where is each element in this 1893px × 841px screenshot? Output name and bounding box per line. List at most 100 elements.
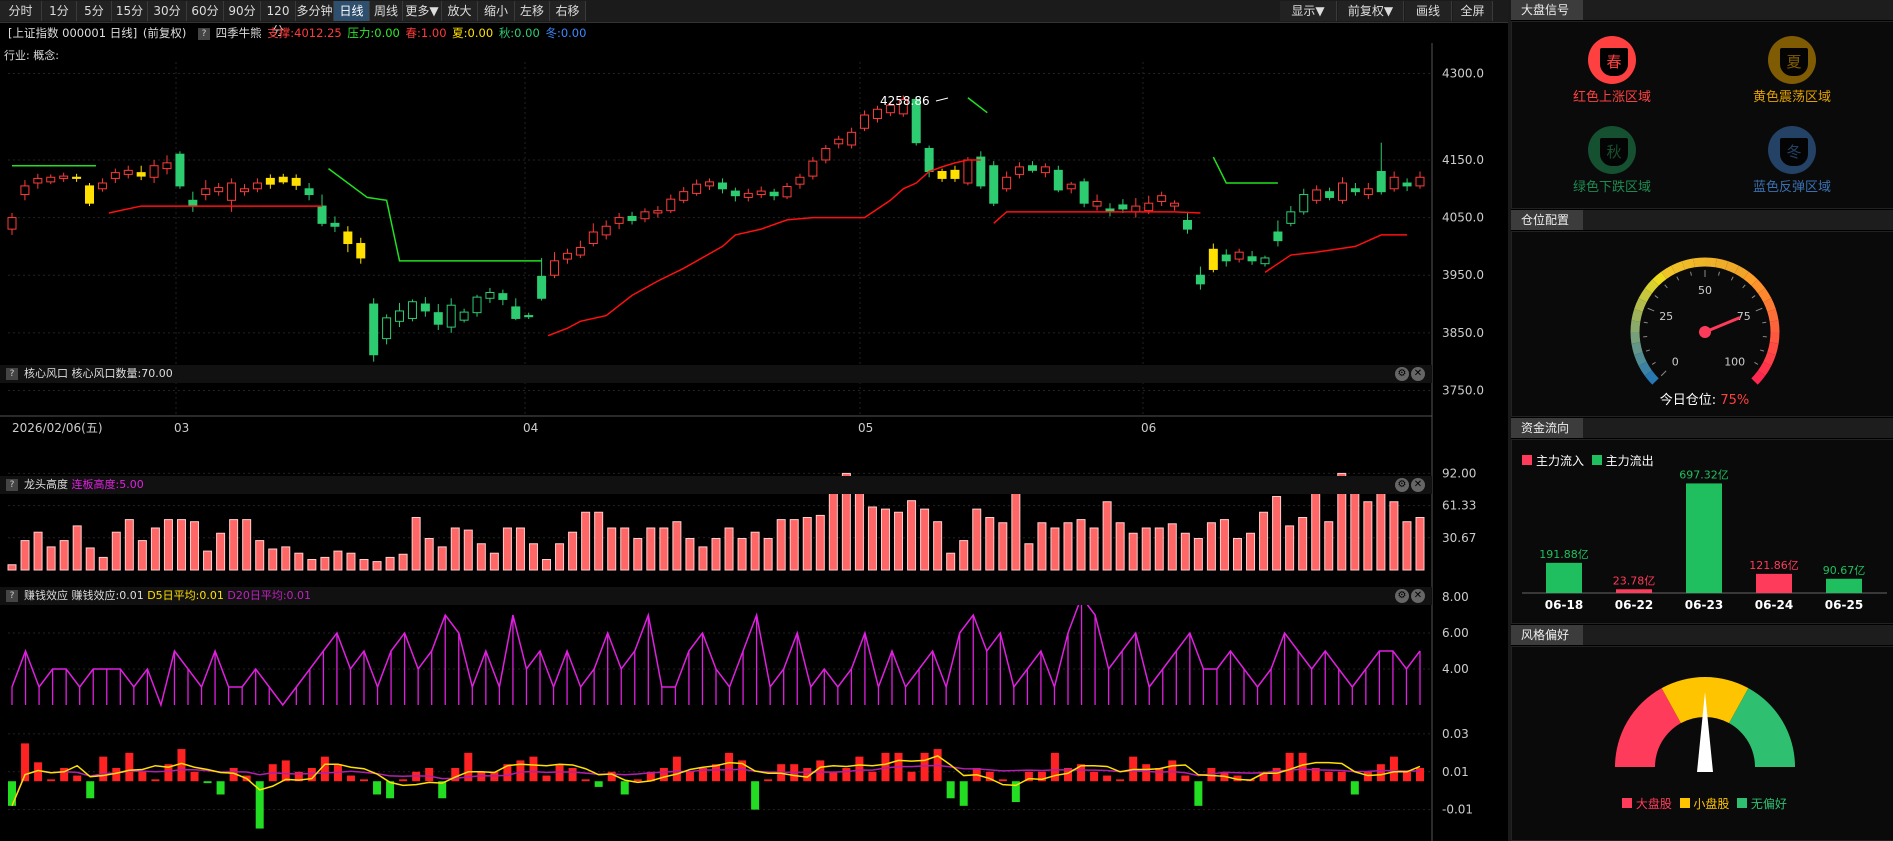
autumn-label: 绿色下跌区域 bbox=[1572, 180, 1651, 195]
style-legend: 大盘股 小盘股 无偏好 bbox=[1512, 795, 1893, 812]
candle-body bbox=[756, 190, 766, 196]
candle-body bbox=[1053, 169, 1063, 191]
candle-body bbox=[317, 205, 327, 224]
close-icon[interactable]: ✕ bbox=[1411, 478, 1425, 492]
candle-body bbox=[214, 187, 224, 193]
flow-panel: 主力流入 主力流出 191.88亿 06-18 23.78亿 06-22 697.32亿… bbox=[1511, 439, 1893, 624]
high-pointer bbox=[935, 97, 949, 102]
p3-bar bbox=[1324, 771, 1333, 782]
kline-chart[interactable]: 4300.0 4150.0 4050.0 3950.0 3850.0 3750.0 03 04… bbox=[0, 0, 1508, 841]
candle-body bbox=[692, 183, 702, 194]
p1-bar bbox=[594, 511, 604, 571]
p1-bar bbox=[1193, 538, 1203, 571]
gauge-tick bbox=[1664, 284, 1668, 289]
p3-bar bbox=[1402, 771, 1411, 782]
p3-bar bbox=[529, 756, 538, 782]
gear-icon[interactable]: ⚙ bbox=[1395, 367, 1409, 381]
gauge-tick bbox=[1762, 321, 1767, 324]
gauge-arc-segment bbox=[1634, 298, 1647, 312]
p1-bar bbox=[1219, 519, 1229, 571]
gauge-tick bbox=[1690, 271, 1692, 276]
position-panel: 0 25 50 75 100 今日仓位: 75% bbox=[1511, 231, 1893, 417]
gauge-tick bbox=[1676, 276, 1680, 281]
p3-bar bbox=[320, 756, 329, 782]
panel1-value: 核心风口数量:70.00 bbox=[71, 367, 173, 380]
candle-body bbox=[1273, 231, 1283, 242]
support-line bbox=[547, 159, 981, 337]
p1-bar bbox=[672, 521, 682, 571]
p3-bar bbox=[1337, 771, 1346, 782]
p1-bar bbox=[450, 527, 460, 571]
p3-bar bbox=[451, 767, 460, 782]
spring-char: 春 bbox=[1598, 46, 1630, 78]
summer-label: 黄色震荡区域 bbox=[1752, 90, 1831, 105]
chart-area[interactable]: 分时 1分 5分 15分 30分 60分 90分 120分 多分钟 日线 周线 更多▼ 放大 缩小 左移 右移… bbox=[0, 0, 1508, 841]
help-icon[interactable]: ? bbox=[6, 479, 18, 491]
p1-bar bbox=[1180, 532, 1190, 571]
spring-shield-icon: 春 bbox=[1588, 36, 1636, 84]
candle-body bbox=[162, 162, 172, 170]
p3-bar bbox=[99, 756, 108, 782]
gear-icon[interactable]: ⚙ bbox=[1395, 478, 1409, 492]
p1-bar bbox=[281, 546, 291, 571]
p1-bar bbox=[333, 550, 343, 571]
p1-bar bbox=[815, 514, 825, 571]
candle-body bbox=[1299, 194, 1309, 213]
p1-bar bbox=[724, 527, 734, 571]
p1-bar bbox=[1324, 521, 1334, 571]
candle-body bbox=[369, 303, 379, 356]
p1-bar bbox=[1376, 485, 1386, 571]
gauge-arc-segment bbox=[1751, 279, 1766, 294]
gauge-tick-label: 50 bbox=[1698, 284, 1712, 297]
p1-bar bbox=[894, 511, 904, 571]
p1-bar bbox=[1415, 517, 1425, 571]
candle-body bbox=[950, 169, 960, 179]
p1-bar bbox=[802, 517, 812, 571]
help-icon[interactable]: ? bbox=[6, 368, 18, 380]
month-label: 03 bbox=[174, 421, 189, 435]
p1-bar bbox=[437, 546, 447, 571]
style-header: 风格偏好 bbox=[1511, 625, 1893, 645]
flow-bar-label: 191.88亿 bbox=[1539, 548, 1589, 561]
p1-bar bbox=[1089, 527, 1099, 571]
candle-body bbox=[834, 138, 844, 145]
candle-body bbox=[382, 317, 392, 340]
price-tick-label: 3850.0 bbox=[1442, 326, 1484, 340]
p1-bar bbox=[933, 521, 943, 571]
flow-bar-label: 23.78亿 bbox=[1613, 574, 1656, 587]
help-icon[interactable]: ? bbox=[6, 590, 18, 602]
candle-body bbox=[963, 159, 973, 184]
candle-body bbox=[717, 182, 727, 190]
p1-bar bbox=[476, 543, 486, 571]
p1-tick-label: 30.67 bbox=[1442, 531, 1476, 545]
flow-bar-label: 121.86亿 bbox=[1749, 559, 1799, 572]
autumn-shield-icon: 秋 bbox=[1588, 126, 1636, 174]
p1-bar bbox=[320, 556, 330, 571]
gauge-arc-segment bbox=[1644, 370, 1659, 385]
candle-body bbox=[446, 304, 456, 328]
panel1-name: 核心风口 bbox=[24, 367, 68, 380]
winter-shield-icon: 冬 bbox=[1768, 126, 1816, 174]
candle-body bbox=[1221, 254, 1231, 262]
price-tick-label: 4300.0 bbox=[1442, 67, 1484, 81]
p3-bar bbox=[1363, 771, 1372, 782]
p3-bar bbox=[190, 771, 199, 782]
candle-body bbox=[847, 131, 857, 146]
gear-icon[interactable]: ⚙ bbox=[1395, 589, 1409, 603]
month-label: 06 bbox=[1141, 421, 1156, 435]
gauge-arc-segment bbox=[1638, 288, 1653, 303]
p1-bar bbox=[1206, 522, 1216, 571]
candle-body bbox=[1337, 182, 1347, 201]
p3-bar bbox=[907, 771, 916, 782]
close-icon[interactable]: ✕ bbox=[1411, 589, 1425, 603]
p1-bar bbox=[789, 519, 799, 571]
candle-body bbox=[485, 292, 495, 299]
support-line bbox=[108, 205, 323, 214]
gauge-arc-segment bbox=[1661, 265, 1676, 280]
p3-bar bbox=[868, 771, 877, 782]
gauge-arc-segment bbox=[1638, 361, 1653, 376]
p1-bar bbox=[985, 517, 995, 571]
candle-body bbox=[227, 182, 237, 201]
close-icon[interactable]: ✕ bbox=[1411, 367, 1425, 381]
p1-bar bbox=[828, 480, 838, 571]
